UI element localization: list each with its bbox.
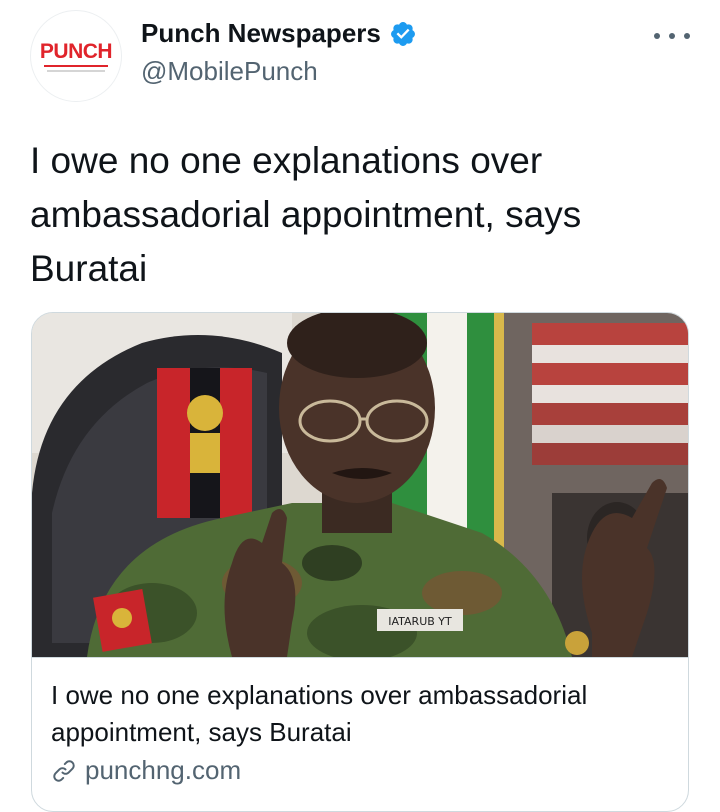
uniform-name-tag: IATARUB YT	[388, 615, 452, 628]
link-preview-card[interactable]: IATARUB YT I owe no one explanations ove…	[31, 312, 689, 812]
logo-underline	[44, 64, 108, 67]
card-divider	[32, 657, 688, 658]
punch-logo-text: PUNCH	[39, 39, 113, 63]
card-title[interactable]: I owe no one explanations over ambassado…	[51, 677, 671, 751]
verified-badge-icon	[390, 21, 415, 46]
link-icon	[53, 759, 75, 782]
card-domain: punchng.com	[85, 755, 242, 785]
dot	[684, 33, 690, 39]
author-handle[interactable]: @MobilePunch	[141, 56, 318, 87]
card-domain-row[interactable]: punchng.com	[51, 755, 241, 786]
author-avatar[interactable]: PUNCH	[30, 10, 122, 102]
tweet-text: I owe no one explanations over ambassado…	[30, 140, 582, 289]
logo-tagline	[47, 69, 105, 72]
dot	[654, 33, 660, 39]
author-display-name[interactable]: Punch Newspapers	[141, 18, 381, 49]
card-image[interactable]: IATARUB YT	[32, 313, 689, 657]
author-name-row: Punch Newspapers	[141, 18, 417, 49]
more-dots-icon[interactable]	[654, 24, 690, 48]
dot	[669, 33, 675, 39]
